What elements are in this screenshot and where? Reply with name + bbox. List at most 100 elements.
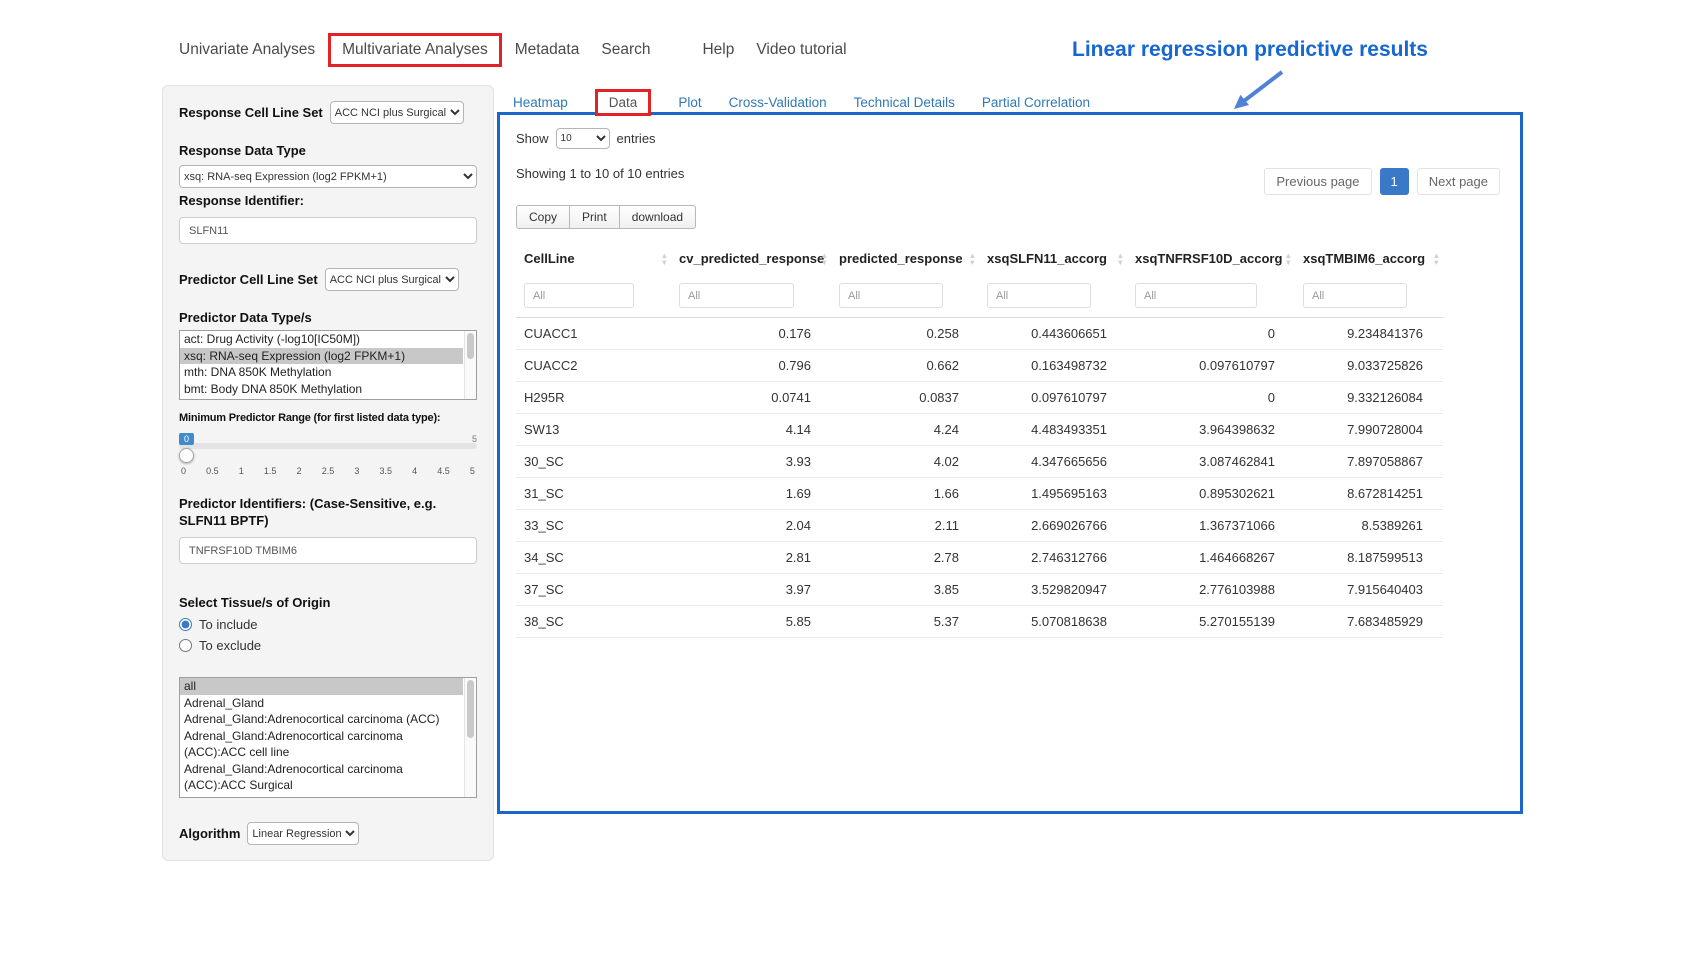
predictor-data-type-option-selected[interactable]: xsq: RNA-seq Expression (log2 FPKM+1) — [180, 348, 463, 365]
algorithm-select[interactable]: Linear Regression — [247, 822, 359, 845]
table-filter-row — [516, 275, 1443, 318]
response-identifier-label: Response Identifier: — [179, 192, 477, 209]
tissue-option[interactable]: Adrenal_Gland:Adrenocortical carcinoma (… — [180, 728, 463, 761]
sort-icon[interactable]: ▲▼ — [969, 252, 976, 266]
column-header-xsqslfn11[interactable]: xsqSLFN11_accorg ▲▼ — [979, 243, 1127, 275]
to-include-label: To include — [199, 617, 258, 632]
cell-xsqtnfrsf10d: 5.270155139 — [1127, 606, 1295, 638]
sort-icon[interactable]: ▲▼ — [661, 252, 668, 266]
print-button[interactable]: Print — [569, 205, 620, 229]
column-filter-input-xsqtmbim6[interactable] — [1303, 283, 1407, 308]
sort-icon[interactable]: ▲▼ — [821, 252, 828, 266]
page-number-button[interactable]: 1 — [1380, 168, 1409, 195]
tissue-listbox: all Adrenal_Gland Adrenal_Gland:Adrenoco… — [179, 677, 477, 798]
predictor-data-type-option[interactable]: bmt: Body DNA 850K Methylation — [180, 381, 463, 398]
cell-xsqtmbim6: 9.234841376 — [1295, 318, 1443, 350]
table-row[interactable]: 30_SC 3.93 4.02 4.347665656 3.087462841 … — [516, 446, 1443, 478]
cell-predicted-response: 2.78 — [831, 542, 979, 574]
column-header-xsqtnfrsf10d[interactable]: xsqTNFRSF10D_accorg ▲▼ — [1127, 243, 1295, 275]
table-row[interactable]: 37_SC 3.97 3.85 3.529820947 2.776103988 … — [516, 574, 1443, 606]
column-header-cv-predicted-response[interactable]: cv_predicted_response ▲▼ — [671, 243, 831, 275]
cell-xsqtmbim6: 8.672814251 — [1295, 478, 1443, 510]
response-cell-line-set-select[interactable]: ACC NCI plus Surgical — [330, 101, 464, 124]
table-row[interactable]: 31_SC 1.69 1.66 1.495695163 0.895302621 … — [516, 478, 1443, 510]
scrollbar-thumb[interactable] — [467, 680, 474, 738]
nav-video-tutorial[interactable]: Video tutorial — [745, 34, 857, 66]
nav-metadata[interactable]: Metadata — [504, 34, 591, 66]
slider-handle[interactable] — [179, 448, 194, 463]
nav-univariate-analyses[interactable]: Univariate Analyses — [168, 34, 326, 66]
annotation-arrow-icon — [1228, 66, 1290, 116]
cell-xsqtmbim6: 7.915640403 — [1295, 574, 1443, 606]
cell-cv-predicted-response: 3.93 — [671, 446, 831, 478]
sort-icon[interactable]: ▲▼ — [1433, 252, 1440, 266]
column-filter-input-cv-predicted-response[interactable] — [679, 283, 794, 308]
download-button[interactable]: download — [619, 205, 696, 229]
column-filter-input-predicted-response[interactable] — [839, 283, 943, 308]
scrollbar-thumb[interactable] — [467, 333, 474, 359]
tissue-option[interactable]: Adrenal_Gland:Adrenocortical carcinoma (… — [180, 761, 463, 794]
tissue-option[interactable]: Adrenal_Gland:Adrenocortical carcinoma (… — [180, 711, 463, 728]
copy-button[interactable]: Copy — [516, 205, 570, 229]
tab-cross-validation[interactable]: Cross-Validation — [729, 95, 827, 110]
response-data-type-select[interactable]: xsq: RNA-seq Expression (log2 FPKM+1) — [179, 165, 477, 188]
table-row[interactable]: H295R 0.0741 0.0837 0.097610797 0 9.3321… — [516, 382, 1443, 414]
column-filter-input-xsqslfn11[interactable] — [987, 283, 1091, 308]
entries-count-select[interactable]: 10 — [556, 128, 610, 149]
to-exclude-radio[interactable] — [179, 639, 192, 652]
tissue-option[interactable]: Adrenal_Gland — [180, 695, 463, 712]
table-row[interactable]: CUACC1 0.176 0.258 0.443606651 0 9.23484… — [516, 318, 1443, 350]
cell-xsqslfn11: 4.483493351 — [979, 414, 1127, 446]
nav-search[interactable]: Search — [590, 34, 661, 66]
cell-xsqtnfrsf10d: 1.367371066 — [1127, 510, 1295, 542]
previous-page-button[interactable]: Previous page — [1264, 168, 1371, 195]
column-filter-input-xsqtnfrsf10d[interactable] — [1135, 283, 1257, 308]
nav-multivariate-analyses[interactable]: Multivariate Analyses — [328, 33, 502, 67]
predictor-data-type-option[interactable]: mth: DNA 850K Methylation — [180, 364, 463, 381]
tissue-option-all-selected[interactable]: all — [180, 678, 463, 695]
to-include-radio[interactable] — [179, 618, 192, 631]
table-row[interactable]: CUACC2 0.796 0.662 0.163498732 0.0976107… — [516, 350, 1443, 382]
slider-track[interactable] — [179, 443, 477, 449]
cell-cv-predicted-response: 0.176 — [671, 318, 831, 350]
tab-plot[interactable]: Plot — [678, 95, 701, 110]
table-row[interactable]: SW13 4.14 4.24 4.483493351 3.964398632 7… — [516, 414, 1443, 446]
cell-xsqslfn11: 2.746312766 — [979, 542, 1127, 574]
cell-xsqtmbim6: 7.990728004 — [1295, 414, 1443, 446]
tab-partial-correlation[interactable]: Partial Correlation — [982, 95, 1090, 110]
algorithm-row: Algorithm Linear Regression — [179, 822, 477, 845]
column-header-label: xsqTMBIM6_accorg — [1303, 251, 1425, 266]
tab-heatmap[interactable]: Heatmap — [513, 95, 568, 110]
to-exclude-option[interactable]: To exclude — [179, 638, 477, 653]
results-table: CellLine ▲▼ cv_predicted_response ▲▼ pre… — [516, 243, 1443, 638]
predictor-data-type-option[interactable]: act: Drug Activity (-log10[IC50M]) — [180, 331, 463, 348]
scrollbar[interactable] — [464, 678, 476, 797]
cell-xsqtnfrsf10d: 0 — [1127, 318, 1295, 350]
table-row[interactable]: 38_SC 5.85 5.37 5.070818638 5.270155139 … — [516, 606, 1443, 638]
tab-technical-details[interactable]: Technical Details — [854, 95, 955, 110]
sort-icon[interactable]: ▲▼ — [1285, 252, 1292, 266]
column-header-predicted-response[interactable]: predicted_response ▲▼ — [831, 243, 979, 275]
nav-help[interactable]: Help — [691, 34, 745, 66]
table-row[interactable]: 33_SC 2.04 2.11 2.669026766 1.367371066 … — [516, 510, 1443, 542]
next-page-button[interactable]: Next page — [1417, 168, 1500, 195]
cell-xsqtnfrsf10d: 1.464668267 — [1127, 542, 1295, 574]
table-row[interactable]: 34_SC 2.81 2.78 2.746312766 1.464668267 … — [516, 542, 1443, 574]
to-include-option[interactable]: To include — [179, 617, 477, 632]
tab-data[interactable]: Data — [595, 89, 652, 116]
filter-cell — [1127, 275, 1295, 318]
cell-predicted-response: 4.02 — [831, 446, 979, 478]
predictor-cell-line-set-select[interactable]: ACC NCI plus Surgical — [325, 268, 459, 291]
column-filter-input-cellline[interactable] — [524, 283, 634, 308]
cell-predicted-response: 4.24 — [831, 414, 979, 446]
show-entries-row: Show 10 entries — [516, 128, 1504, 149]
column-header-cellline[interactable]: CellLine ▲▼ — [516, 243, 671, 275]
cell-xsqtmbim6: 9.332126084 — [1295, 382, 1443, 414]
response-identifier-input[interactable] — [179, 217, 477, 244]
column-header-xsqtmbim6[interactable]: xsqTMBIM6_accorg ▲▼ — [1295, 243, 1443, 275]
scrollbar[interactable] — [464, 331, 476, 399]
sort-icon[interactable]: ▲▼ — [1117, 252, 1124, 266]
predictor-identifiers-input[interactable] — [179, 537, 477, 564]
response-cell-line-set-row: Response Cell Line Set ACC NCI plus Surg… — [179, 101, 477, 124]
cell-xsqtmbim6: 7.683485929 — [1295, 606, 1443, 638]
